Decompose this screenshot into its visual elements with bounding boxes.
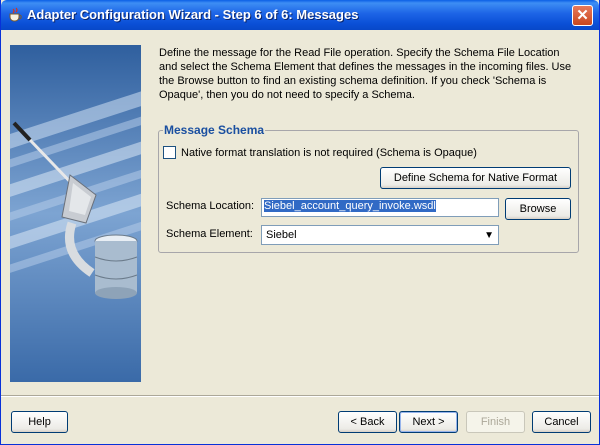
schema-location-label: Schema Location: bbox=[166, 200, 255, 212]
browse-button[interactable]: Browse bbox=[505, 198, 571, 220]
cancel-button[interactable]: Cancel bbox=[532, 411, 591, 433]
group-legend: Message Schema bbox=[164, 123, 265, 137]
schema-element-select[interactable]: Siebel ▼ bbox=[261, 225, 499, 245]
close-button[interactable]: ✕ bbox=[572, 5, 593, 26]
step-description: Define the message for the Read File ope… bbox=[159, 47, 572, 101]
wizard-window: Adapter Configuration Wizard - Step 6 of… bbox=[0, 0, 600, 445]
finish-button: Finish bbox=[466, 411, 525, 433]
schema-element-value: Siebel bbox=[266, 229, 297, 241]
schema-element-label: Schema Element: bbox=[166, 228, 253, 240]
footer-divider bbox=[1, 395, 599, 397]
next-button[interactable]: Next > bbox=[399, 411, 458, 433]
opaque-checkbox-row[interactable]: Native format translation is not require… bbox=[163, 146, 477, 159]
schema-location-input[interactable]: Siebel_account_query_invoke.wsdl bbox=[261, 198, 499, 217]
define-schema-button[interactable]: Define Schema for Native Format bbox=[380, 167, 571, 189]
dropdown-arrow-icon[interactable]: ▼ bbox=[484, 230, 494, 241]
help-button[interactable]: Help bbox=[11, 411, 68, 433]
wizard-illustration bbox=[10, 45, 141, 382]
java-cup-icon bbox=[9, 7, 22, 22]
schema-location-value: Siebel_account_query_invoke.wsdl bbox=[264, 200, 436, 212]
plug-database-icon bbox=[10, 87, 141, 299]
close-icon: ✕ bbox=[576, 7, 589, 24]
back-button[interactable]: < Back bbox=[338, 411, 397, 433]
window-title: Adapter Configuration Wizard - Step 6 of… bbox=[27, 7, 359, 22]
title-bar[interactable]: Adapter Configuration Wizard - Step 6 of… bbox=[1, 0, 599, 30]
opaque-checkbox[interactable] bbox=[163, 146, 176, 159]
opaque-checkbox-label[interactable]: Native format translation is not require… bbox=[181, 147, 477, 159]
